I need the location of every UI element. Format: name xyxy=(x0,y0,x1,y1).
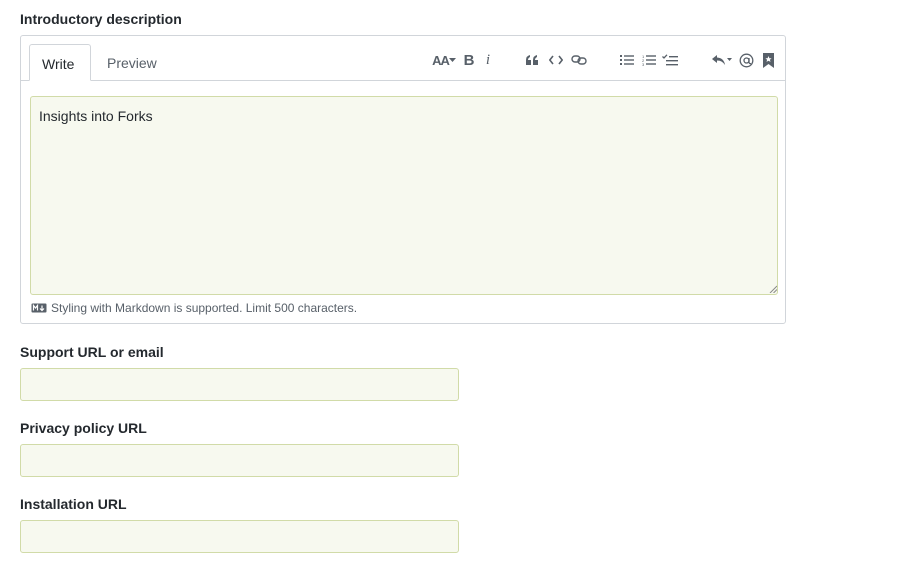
markdown-icon xyxy=(31,303,47,313)
task-list-icon xyxy=(662,53,678,65)
support-input[interactable] xyxy=(20,368,459,401)
reply-button[interactable] xyxy=(711,50,733,70)
unordered-list-icon xyxy=(620,55,634,65)
markdown-hint-text: Styling with Markdown is supported. Limi… xyxy=(51,301,358,315)
editor-header: Write Preview AA B i 1 2 3 xyxy=(21,36,785,81)
description-label: Introductory description xyxy=(20,11,182,27)
installation-input[interactable] xyxy=(20,520,459,553)
unordered-list-button[interactable] xyxy=(619,50,635,70)
code-icon xyxy=(549,55,563,65)
link-button[interactable] xyxy=(570,50,588,70)
tab-write[interactable]: Write xyxy=(29,44,91,81)
code-button[interactable] xyxy=(548,50,564,70)
markdown-editor: Write Preview AA B i 1 2 3 Insights into… xyxy=(20,35,786,324)
ordered-list-icon: 1 2 3 xyxy=(642,54,656,66)
tab-preview[interactable]: Preview xyxy=(95,44,169,81)
bookmark-icon xyxy=(762,52,774,68)
description-textarea[interactable]: Insights into Forks xyxy=(30,96,778,295)
markdown-hint: Styling with Markdown is supported. Limi… xyxy=(31,301,357,315)
svg-text:3: 3 xyxy=(642,62,645,66)
mention-icon xyxy=(739,53,753,67)
quote-button[interactable] xyxy=(524,50,540,70)
installation-label: Installation URL xyxy=(20,496,127,512)
quote-icon xyxy=(526,55,538,65)
mention-button[interactable] xyxy=(738,50,754,70)
reply-icon xyxy=(712,55,732,65)
bold-button[interactable]: B xyxy=(463,50,475,70)
ordered-list-button[interactable]: 1 2 3 xyxy=(641,50,657,70)
privacy-input[interactable] xyxy=(20,444,459,477)
heading-icon: AA xyxy=(432,53,456,68)
resize-handle-icon[interactable] xyxy=(769,285,777,293)
saved-replies-button[interactable] xyxy=(761,50,775,70)
privacy-label: Privacy policy URL xyxy=(20,420,147,436)
heading-button[interactable]: AA xyxy=(430,50,458,70)
link-icon xyxy=(571,55,587,65)
support-label: Support URL or email xyxy=(20,344,164,360)
italic-button[interactable]: i xyxy=(483,50,493,70)
bold-icon: B xyxy=(463,51,475,69)
task-list-button[interactable] xyxy=(662,50,678,70)
italic-icon: i xyxy=(485,51,491,68)
